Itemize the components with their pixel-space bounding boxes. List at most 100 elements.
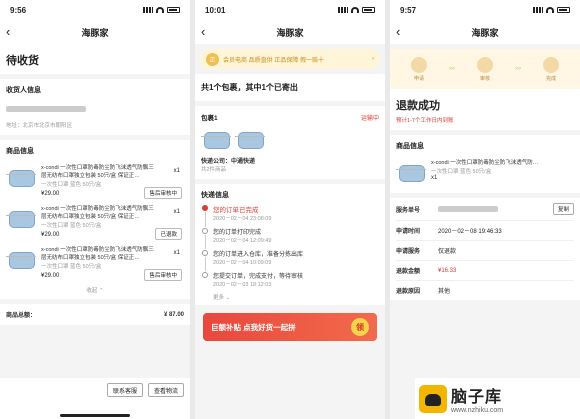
after-sale-button[interactable]: 售后审核中 bbox=[144, 269, 182, 281]
mask-product-image bbox=[6, 246, 36, 272]
refunded-button[interactable]: 已退款 bbox=[155, 228, 182, 240]
refund-subtitle: 预计1-7个工作日内到账 bbox=[396, 118, 454, 124]
product-item[interactable]: x-condi 一次性口罩防毒防尘防飞沫透气防飘三层无纺布口罩独立包装 50只/… bbox=[6, 201, 184, 242]
event-time: 2020－02－04 12:09:49 bbox=[213, 238, 272, 244]
claim-button[interactable]: 领 bbox=[351, 318, 369, 336]
status-bar: 10:01 bbox=[195, 0, 385, 20]
status-time: 9:57 bbox=[400, 5, 417, 15]
total-value: ¥ 87.00 bbox=[163, 311, 184, 318]
refund-details-card: 服务单号 复制 申请时间 2020－02－08 19:46:33 申请服务 仅退… bbox=[390, 198, 580, 300]
item-count: 共2件商品 bbox=[201, 167, 227, 173]
refund-progress-steps: 申请 ››› 审核 ››› 完成 bbox=[390, 49, 580, 89]
recipient-redacted bbox=[6, 106, 86, 112]
bottom-action-bar: 联系客服 查看物流 bbox=[0, 378, 190, 419]
refund-amount: ¥16.33 bbox=[438, 267, 457, 274]
copy-button[interactable]: 复制 bbox=[552, 203, 574, 215]
refund-status-card: 退款成功 预计1-7个工作日内到账 bbox=[390, 89, 580, 130]
screen-refund-success: 9:57 ‹ 海豚家 申请 ››› 审核 ››› 完成 退款成功 预计1-7个工… bbox=[390, 0, 580, 419]
promo-banner[interactable]: 巨额补贴 点我好货一起拼 领 bbox=[203, 313, 377, 341]
status-bar: 9:57 bbox=[390, 0, 580, 20]
signal-icon bbox=[338, 7, 348, 13]
product-name: x-condi 一次性口罩防毒防尘防飞沫透气防… bbox=[431, 160, 539, 166]
product-price: ¥29.00 bbox=[41, 232, 60, 238]
product-qty: x1 bbox=[173, 250, 180, 256]
product-spec: 一次性口罩 蓝色 50只/盒 bbox=[41, 264, 102, 270]
banner-text: 会员电商 品质直供 正品保障 假一赔十 bbox=[223, 57, 325, 64]
back-arrow-icon[interactable]: ‹ bbox=[201, 24, 205, 39]
mask-product-image bbox=[235, 126, 265, 152]
timeline-dot-icon bbox=[202, 205, 208, 211]
screen-order-pending: 9:56 ‹ 海豚家 待收货 收货人信息 地址：北京市北京市朝阳区 商品信息 x… bbox=[0, 0, 190, 419]
refund-reason-row: 退款原因 其他 bbox=[396, 289, 451, 295]
event-text: 您的订单进入仓库，准备分拣出库 bbox=[213, 252, 304, 258]
product-spec: 一次性口罩 蓝色 50只/盒 bbox=[431, 169, 492, 175]
nav-title: 海豚家 bbox=[276, 27, 304, 38]
product-price: ¥29.00 bbox=[41, 191, 60, 197]
contact-service-button[interactable]: 联系客服 bbox=[106, 383, 143, 397]
product-qty: x1 bbox=[431, 175, 438, 181]
screen-logistics: 10:01 ‹ 海豚家 正 会员电商 品质直供 正品保障 假一赔十 › 共1个包… bbox=[195, 0, 385, 419]
mask-product-image bbox=[396, 159, 426, 185]
progress-arrow-icon: ››› bbox=[515, 66, 521, 72]
product-name: x-condi 一次性口罩防毒防尘防飞沫透气防飘三层无纺布口罩独立包装 50只/… bbox=[41, 165, 154, 179]
wifi-icon bbox=[546, 7, 554, 13]
back-arrow-icon[interactable]: ‹ bbox=[396, 24, 400, 39]
product-name: x-condi 一次性口罩防毒防尘防飞沫透气防飘三层无纺布口罩独立包装 50只/… bbox=[41, 206, 154, 220]
back-arrow-icon[interactable]: ‹ bbox=[6, 24, 10, 39]
mask-product-image bbox=[6, 164, 36, 190]
promo-text: 巨额补贴 点我好货一起拼 bbox=[211, 322, 296, 332]
progress-arrow-icon: ››› bbox=[449, 66, 455, 72]
step-apply: 申请 bbox=[411, 56, 427, 82]
product-qty: x1 bbox=[173, 168, 180, 174]
product-price: ¥29.00 bbox=[41, 273, 60, 279]
refund-product-card: 商品信息 x-condi 一次性口罩防毒防尘防飞沫透气防… 一次性口罩 蓝色 5… bbox=[390, 135, 580, 193]
product-name: x-condi 一次性口罩防毒防尘防飞沫透气防飘三层无纺布口罩独立包装 50只/… bbox=[41, 247, 154, 261]
collapse-toggle[interactable]: 收起 ⌃ bbox=[6, 283, 184, 299]
review-icon bbox=[477, 56, 493, 73]
timeline-dot-icon bbox=[202, 250, 208, 256]
event-time: 2020－02－04 10:09:09 bbox=[213, 260, 272, 266]
timeline-dot-icon bbox=[202, 272, 208, 278]
refund-amount-row: 退款金额 ¥16.33 bbox=[396, 261, 574, 281]
watermark-url: www.nzhiku.com bbox=[451, 407, 504, 414]
package-label: 包裹1 bbox=[201, 115, 218, 122]
package-card[interactable]: 包裹1 运输中 快递公司：中通快递 共2件商品 bbox=[195, 106, 385, 179]
nav-bar: ‹ 海豚家 bbox=[195, 20, 385, 44]
tracking-label: 快递信息 bbox=[201, 192, 229, 199]
tracking-event: 您的订单已完成 2020－02－04 23:08:09 bbox=[201, 204, 379, 227]
mask-product-image bbox=[6, 205, 36, 231]
event-time: 2020－02－04 23:08:09 bbox=[213, 216, 272, 222]
product-spec: 一次性口罩 蓝色 50只/盒 bbox=[41, 182, 102, 188]
watermark-title: 脑子库 bbox=[451, 389, 503, 406]
more-toggle[interactable]: 更多 ⌄ bbox=[201, 293, 379, 301]
after-sale-button[interactable]: 售后审核中 bbox=[144, 187, 182, 199]
complete-icon bbox=[543, 56, 559, 73]
total-label: 商品总额： bbox=[6, 313, 37, 319]
battery-icon bbox=[362, 7, 375, 13]
guarantee-banner[interactable]: 正 会员电商 品质直供 正品保障 假一赔十 › bbox=[200, 49, 380, 69]
tracking-event: 您提交订单，完成支付，等待审核 2020－02－03 18:12:03 bbox=[201, 271, 379, 293]
step-review: 审核 bbox=[477, 56, 493, 82]
package-status: 运输中 bbox=[360, 115, 379, 122]
watermark: 脑子库 www.nzhiku.com bbox=[415, 378, 580, 419]
product-spec: 一次性口罩 蓝色 50只/盒 bbox=[41, 223, 102, 229]
products-label: 商品信息 bbox=[6, 148, 34, 155]
status-bar: 9:56 bbox=[0, 0, 190, 20]
tracking-card: 快递信息 您的订单已完成 2020－02－04 23:08:09 您的订单打印完… bbox=[195, 184, 385, 305]
product-item[interactable]: x-condi 一次性口罩防毒防尘防飞沫透气防飘三层无纺布口罩独立包装 50只/… bbox=[6, 160, 184, 201]
products-card: 商品信息 x-condi 一次性口罩防毒防尘防飞沫透气防飘三层无纺布口罩独立包装… bbox=[0, 140, 190, 299]
product-item[interactable]: x-condi 一次性口罩防毒防尘防飞沫透气防… 一次性口罩 蓝色 50只/盒 … bbox=[396, 155, 574, 193]
battery-icon bbox=[557, 7, 570, 13]
wifi-icon bbox=[351, 7, 359, 13]
status-time: 9:56 bbox=[10, 5, 27, 15]
view-logistics-button[interactable]: 查看物流 bbox=[147, 383, 184, 397]
event-time: 2020－02－03 18:12:03 bbox=[213, 282, 272, 288]
package-summary: 共1个包裹，其中1个已寄出 bbox=[195, 74, 385, 101]
home-indicator bbox=[60, 414, 130, 417]
address-text: 地址：北京市北京市朝阳区 bbox=[6, 123, 73, 129]
signal-icon bbox=[143, 7, 153, 13]
recipient-label: 收货人信息 bbox=[6, 87, 41, 94]
product-item[interactable]: x-condi 一次性口罩防毒防尘防飞沫透气防飘三层无纺布口罩独立包装 50只/… bbox=[6, 242, 184, 283]
wifi-icon bbox=[156, 7, 164, 13]
recipient-card: 收货人信息 地址：北京市北京市朝阳区 bbox=[0, 79, 190, 135]
